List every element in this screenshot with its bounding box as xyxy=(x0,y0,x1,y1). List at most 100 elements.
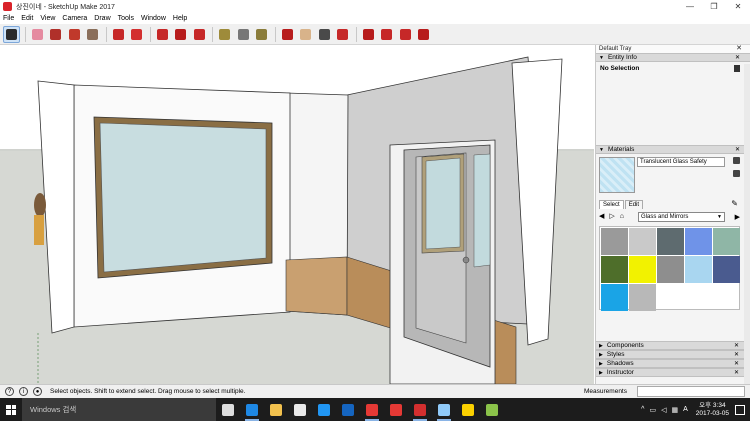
material-swatch[interactable] xyxy=(629,228,656,255)
panel-close-icon[interactable]: ✕ xyxy=(734,342,739,349)
material-library-select[interactable]: Glass and Mirrors ▼ xyxy=(638,212,725,222)
entity-info-header[interactable]: ▼ Entity Info ✕ xyxy=(596,53,750,62)
maximize-button[interactable]: ❐ xyxy=(702,0,726,13)
menu-window[interactable]: Window xyxy=(141,15,166,22)
back-arrow-icon[interactable]: ◀ xyxy=(599,212,604,220)
store-taskbar-button[interactable] xyxy=(288,398,312,421)
material-swatch[interactable] xyxy=(713,256,740,283)
panel-close-icon[interactable]: ✕ xyxy=(734,369,739,376)
extension-warehouse-button[interactable] xyxy=(378,26,395,43)
line-tool-button[interactable] xyxy=(47,26,64,43)
tab-edit[interactable]: Edit xyxy=(624,200,644,209)
sketchup-layout-taskbar-button[interactable] xyxy=(384,398,408,421)
media-player-taskbar-button[interactable] xyxy=(336,398,360,421)
user-icon[interactable]: ● xyxy=(33,387,42,396)
eraser-tool-button[interactable] xyxy=(29,26,46,43)
material-swatch[interactable] xyxy=(713,228,740,255)
start-button[interactable] xyxy=(0,398,22,421)
ime-icon[interactable]: A xyxy=(683,406,688,413)
file-explorer-taskbar-button[interactable] xyxy=(264,398,288,421)
material-name-field[interactable]: Translucent Glass Safety xyxy=(637,157,725,167)
tray-scrollbar[interactable] xyxy=(744,64,750,384)
material-swatch[interactable] xyxy=(601,228,628,255)
zoom-extents-tool-button[interactable] xyxy=(334,26,351,43)
eyedropper-icon[interactable]: ✎ xyxy=(731,199,738,208)
orbit-tool-button[interactable] xyxy=(279,26,296,43)
entity-settings-icon[interactable] xyxy=(734,65,740,72)
minimize-button[interactable]: — xyxy=(678,0,702,13)
geo-location-icon[interactable]: ? xyxy=(5,387,14,396)
material-swatch[interactable] xyxy=(657,256,684,283)
network-icon[interactable]: ▭ xyxy=(649,406,656,414)
tape-measure-tool-button[interactable] xyxy=(216,26,233,43)
panel-close-icon[interactable]: ✕ xyxy=(735,146,740,153)
taskbar-search[interactable]: Windows 검색 xyxy=(22,398,216,421)
menu-edit[interactable]: Edit xyxy=(21,15,33,22)
material-swatch[interactable] xyxy=(601,256,628,283)
ie-taskbar-button[interactable] xyxy=(312,398,336,421)
text-tool-button[interactable] xyxy=(235,26,252,43)
credits-icon[interactable]: i xyxy=(19,387,28,396)
select-tool-button[interactable] xyxy=(3,25,20,43)
material-swatch[interactable] xyxy=(685,256,712,283)
move-tool-button[interactable] xyxy=(154,26,171,43)
materials-header[interactable]: ▼ Materials ✕ xyxy=(596,145,750,154)
door-handle xyxy=(462,256,470,264)
panel-close-icon[interactable]: ✕ xyxy=(735,54,740,61)
current-material-swatch[interactable] xyxy=(599,157,635,193)
panel-label: Components xyxy=(606,342,644,349)
close-button[interactable]: ✕ xyxy=(726,0,750,13)
panel-close-icon[interactable]: ✕ xyxy=(734,351,739,358)
notification-icon[interactable] xyxy=(735,404,745,415)
panel-header-styles[interactable]: ▶ Styles ✕ xyxy=(596,350,749,359)
sketchup-taskbar-button[interactable] xyxy=(408,398,432,421)
share-model-button[interactable] xyxy=(397,26,414,43)
menu-draw[interactable]: Draw xyxy=(94,15,110,22)
volume-icon[interactable]: ◁ xyxy=(661,406,666,414)
arc-tool-button[interactable] xyxy=(66,26,83,43)
edge-taskbar-button[interactable] xyxy=(240,398,264,421)
panel-close-icon[interactable]: ✕ xyxy=(734,360,739,367)
warehouse-button[interactable] xyxy=(360,26,377,43)
app-blue-taskbar-button[interactable] xyxy=(432,398,456,421)
material-swatch[interactable] xyxy=(629,284,656,311)
chevron-up-icon[interactable]: ^ xyxy=(641,406,644,413)
menu-camera[interactable]: Camera xyxy=(62,15,87,22)
menu-file[interactable]: File xyxy=(3,15,14,22)
display-secondary-icon[interactable] xyxy=(733,157,740,164)
panel-header-shadows[interactable]: ▶ Shadows ✕ xyxy=(596,359,749,368)
paint-taskbar-button[interactable] xyxy=(480,398,504,421)
wainscot-panel xyxy=(285,256,348,316)
details-arrow-icon[interactable]: ▶ xyxy=(735,213,740,221)
forward-arrow-icon[interactable]: ▷ xyxy=(609,212,614,220)
menu-tools[interactable]: Tools xyxy=(118,15,134,22)
home-icon[interactable]: ⌂ xyxy=(620,213,624,220)
rectangle-tool-button[interactable] xyxy=(84,26,101,43)
zoom-tool-button[interactable] xyxy=(316,26,333,43)
material-swatch[interactable] xyxy=(629,256,656,283)
tray-close-icon[interactable]: ✕ xyxy=(736,44,742,52)
push-pull-tool-button[interactable] xyxy=(110,26,127,43)
paint-bucket-tool-button[interactable] xyxy=(253,26,270,43)
material-swatch[interactable] xyxy=(657,228,684,255)
scale-tool-button[interactable] xyxy=(191,26,208,43)
tab-select[interactable]: Select xyxy=(599,200,624,209)
material-swatch[interactable] xyxy=(685,228,712,255)
kakaotalk-taskbar-button[interactable] xyxy=(456,398,480,421)
task-view-taskbar-button[interactable] xyxy=(216,398,240,421)
measurements-input[interactable] xyxy=(637,386,745,397)
panel-header-instructor[interactable]: ▶ Instructor ✕ xyxy=(596,368,749,377)
menu-help[interactable]: Help xyxy=(173,15,187,22)
keyboard-icon[interactable]: ▦ xyxy=(671,406,678,414)
menu-view[interactable]: View xyxy=(40,15,55,22)
create-material-icon[interactable] xyxy=(733,170,740,177)
extension-manager-button[interactable] xyxy=(415,26,432,43)
pan-tool-button[interactable] xyxy=(297,26,314,43)
panel-header-components[interactable]: ▶ Components ✕ xyxy=(596,341,749,350)
rotate-tool-button[interactable] xyxy=(172,26,189,43)
model-viewport[interactable] xyxy=(0,45,594,384)
material-swatch[interactable] xyxy=(601,284,628,311)
chrome-taskbar-button[interactable] xyxy=(360,398,384,421)
system-clock[interactable]: 오후 3:34 2017-03-05 xyxy=(696,402,729,418)
offset-tool-button[interactable] xyxy=(128,26,145,43)
